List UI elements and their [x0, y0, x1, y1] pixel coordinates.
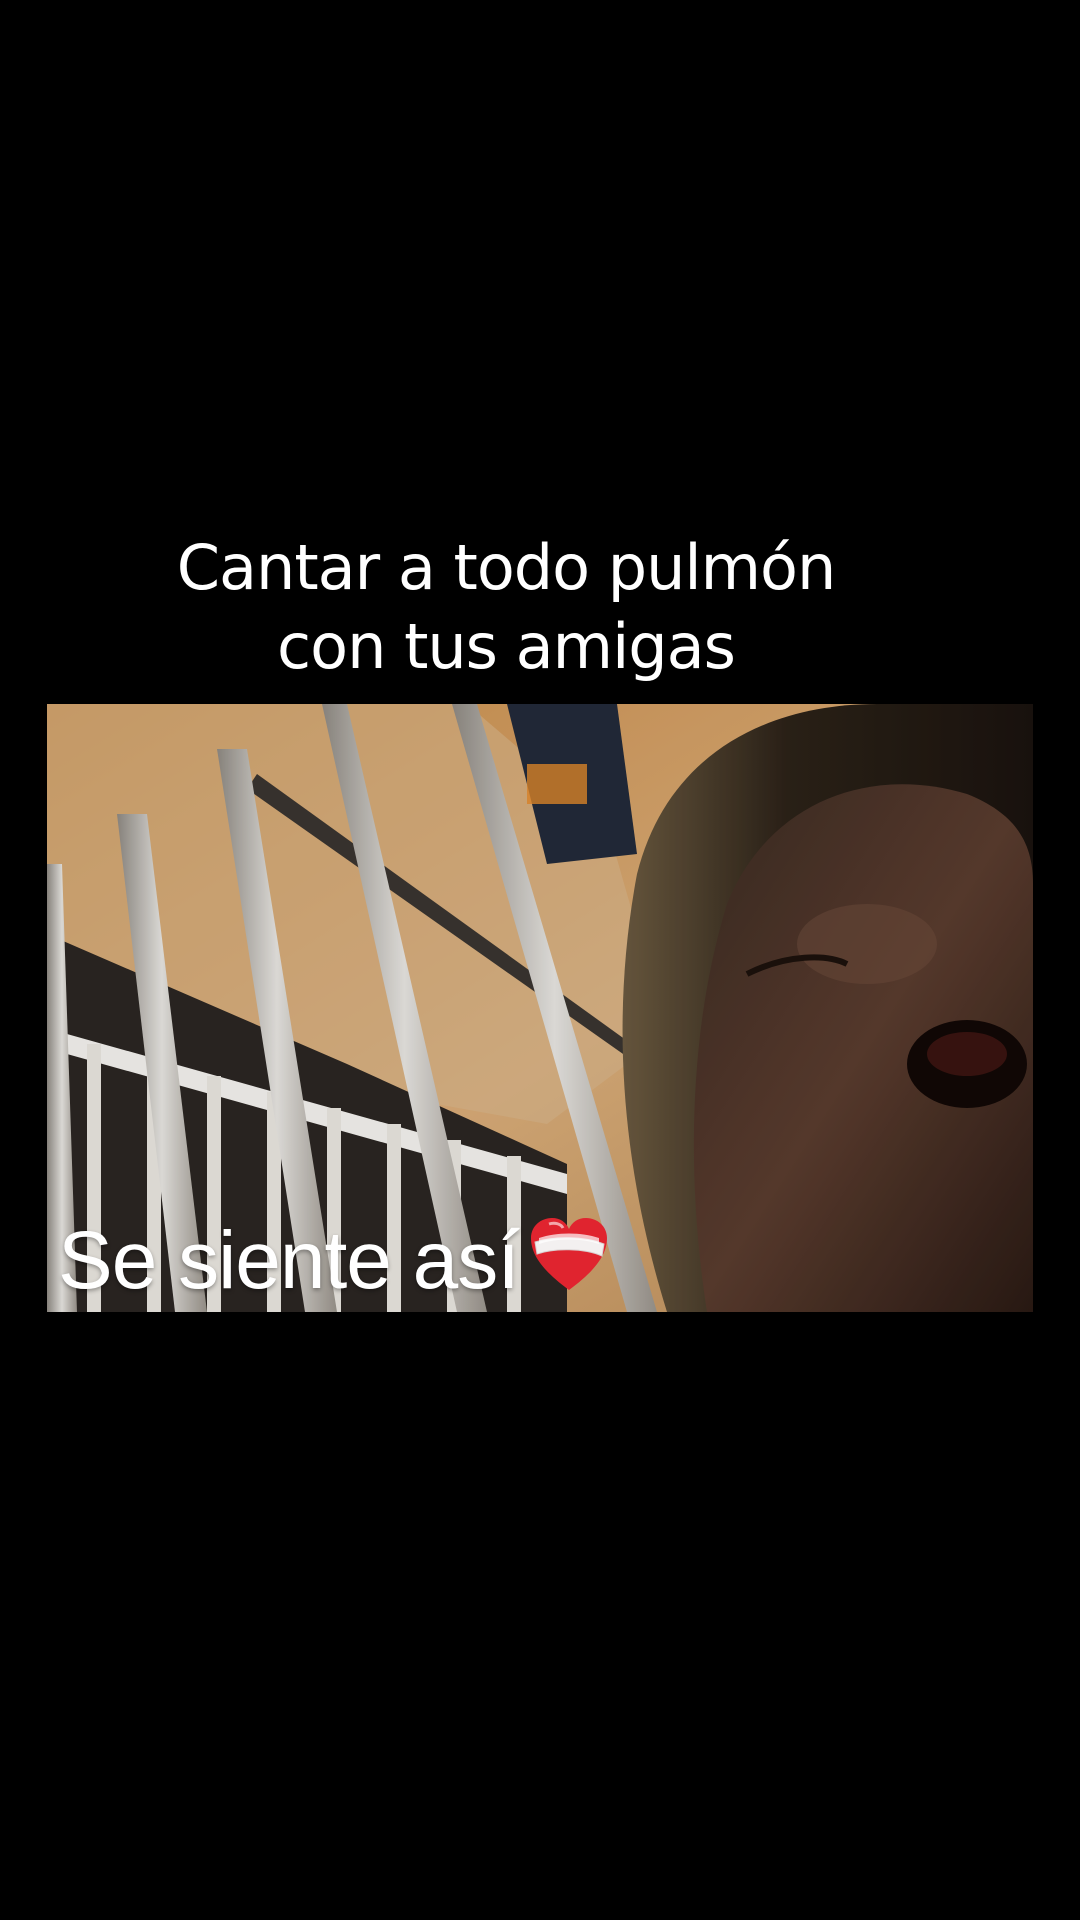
- caption-text: Cantar a todo pulmón con tus amigas: [0, 528, 1012, 686]
- caption-line-2: con tus amigas: [277, 610, 736, 683]
- mending-heart-icon: [529, 1218, 609, 1312]
- video-overlay-caption: Se siente así: [58, 1216, 609, 1312]
- caption-line-1: Cantar a todo pulmón: [176, 531, 837, 604]
- overlay-text: Se siente así: [58, 1215, 520, 1306]
